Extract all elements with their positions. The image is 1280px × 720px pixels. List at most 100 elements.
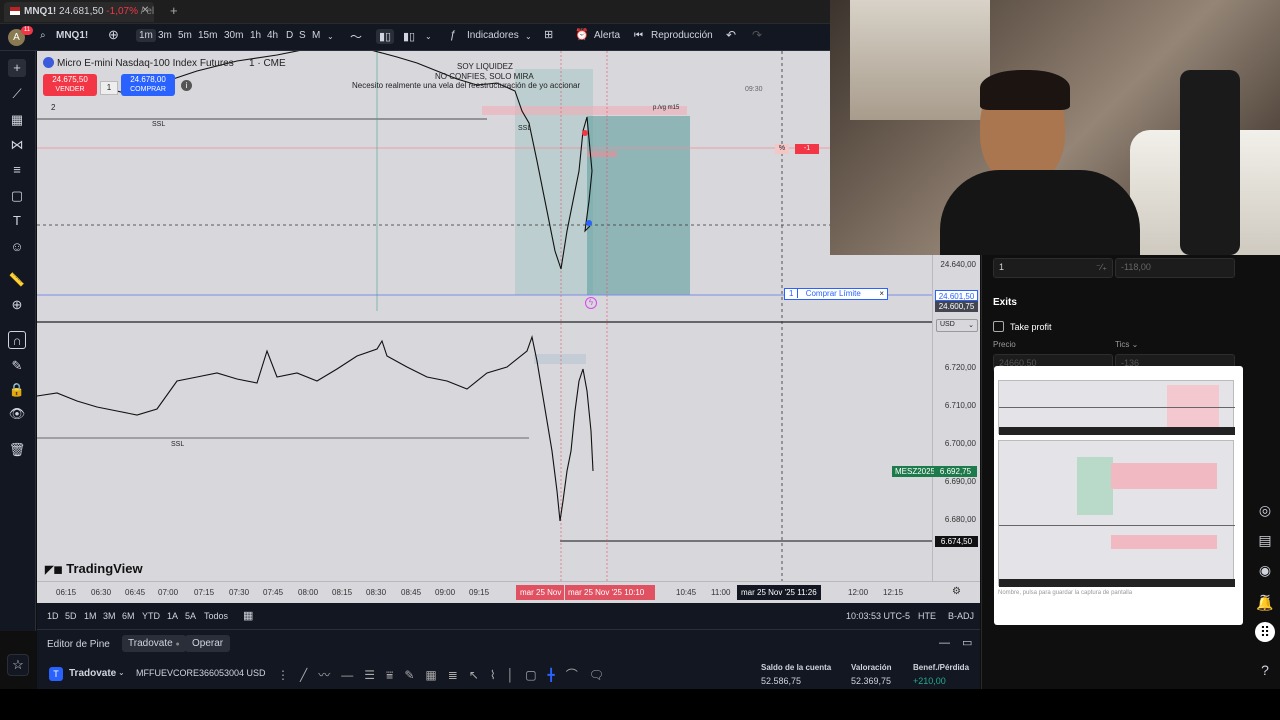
range-1m[interactable]: 1M (84, 611, 97, 621)
replay-icon[interactable]: ⏮ (634, 30, 643, 41)
drag-handle-icon[interactable]: ⋮ (277, 668, 300, 682)
forecast-icon[interactable]: ≡ (8, 161, 26, 179)
currency-select[interactable]: USD ⌄ (936, 319, 978, 332)
tab-tradovate[interactable]: Tradovate ● (122, 635, 186, 652)
qty-input[interactable]: 1 ⁻∕₊ (993, 258, 1113, 278)
chevron-down-icon[interactable]: ⌄ (525, 32, 532, 41)
fork-tool-icon[interactable]: ⩸ (386, 668, 404, 682)
alarm-icon[interactable]: ⏰ (575, 28, 589, 41)
interval-3m[interactable]: 3m (158, 30, 172, 41)
interval-d[interactable]: D (286, 30, 293, 41)
take-profit-label[interactable]: Take profit (1010, 322, 1052, 332)
alert-button[interactable]: Alerta (594, 30, 620, 41)
time-axis[interactable]: 06:15 06:30 06:45 07:00 07:15 07:30 07:4… (37, 581, 980, 603)
range-all[interactable]: Todos (204, 611, 228, 621)
target-icon[interactable]: ◎ (1255, 500, 1275, 520)
pattern-icon[interactable]: ⋈ (8, 136, 26, 154)
grid-tool-icon[interactable]: ▦ (425, 668, 447, 682)
eye-icon[interactable]: 👁 (8, 405, 26, 423)
trash-icon[interactable]: 🗑 (8, 441, 26, 459)
apps-icon[interactable]: ⠿ (1255, 622, 1275, 642)
interval-s[interactable]: S (299, 30, 306, 41)
legend-collapse[interactable]: 2 (51, 103, 55, 112)
indicators-icon[interactable]: ƒ (450, 29, 456, 41)
chart-canvas[interactable] (37, 51, 932, 581)
wave-tool-icon[interactable]: 〰 (318, 668, 341, 682)
bell-icon[interactable]: 🔔 (1255, 593, 1275, 613)
position-badge[interactable]: -1 (795, 144, 819, 154)
axis-settings-icon[interactable]: ⚙ (952, 586, 961, 597)
cross-tool-icon[interactable]: ╋ (548, 668, 566, 682)
tab-pine-editor[interactable]: Editor de Pine (47, 639, 110, 650)
qty-stepper-icon[interactable]: ⁻∕₊ (1096, 262, 1107, 273)
symbol-search[interactable]: MNQ1! (56, 30, 88, 41)
range-5d[interactable]: 5D (65, 611, 77, 621)
tab-operate[interactable]: Operar (185, 635, 231, 652)
sell-button[interactable]: 24.675,50 VENDER (43, 74, 97, 96)
tics-dropdown[interactable]: Tics ⌄ (1115, 340, 1138, 349)
range-1d[interactable]: 1D (47, 611, 59, 621)
buy-button[interactable]: 24.678,00 COMPRAR (121, 74, 175, 96)
range-6m[interactable]: 6M (122, 611, 135, 621)
qty-right-input[interactable]: -118,00 (1115, 258, 1235, 278)
fib-icon[interactable]: ▦ (8, 111, 26, 129)
chevron-down-icon[interactable]: ⌄ (327, 32, 334, 41)
account-id[interactable]: MFFUEVCORE366053004 USD (136, 668, 266, 678)
calendar-icon[interactable]: ▦ (243, 609, 253, 622)
text-icon[interactable]: T (8, 212, 26, 230)
zoom-icon[interactable]: ⊕ (8, 296, 26, 314)
info-icon[interactable]: i (181, 80, 192, 91)
maximize-icon[interactable]: ▭ (962, 636, 972, 649)
browser-tab[interactable]: MNQ1! 24.681,50 -1,07% / el (4, 2, 154, 22)
vline-tool-icon[interactable]: │ (507, 668, 526, 682)
broadcast-icon[interactable]: ◉ (1255, 560, 1275, 580)
limit-order-label[interactable]: 1 Comprar Límite × (784, 288, 888, 300)
clock-text[interactable]: 10:03:53 UTC-5 (846, 611, 910, 621)
chevron-down-icon[interactable]: ⌄ (425, 32, 432, 41)
range-ytd[interactable]: YTD (142, 611, 160, 621)
screenshot-preview-popup[interactable]: Nombre, pulsa para guardar la captura de… (994, 366, 1243, 625)
indicators-button[interactable]: Indicadores (467, 30, 519, 41)
path-tool-icon[interactable]: ⌇ (490, 668, 507, 682)
range-5a[interactable]: 5A (185, 611, 196, 621)
chart-type-icon[interactable]: ▮▯ (403, 30, 415, 43)
emoji-icon[interactable]: ☺ (8, 238, 26, 256)
add-symbol-icon[interactable]: ⊕ (108, 27, 119, 43)
lock-icon[interactable]: 🔒 (8, 381, 26, 399)
interval-4h[interactable]: 4h (267, 30, 278, 41)
range-3m[interactable]: 3M (103, 611, 116, 621)
candles-icon[interactable]: ▮▯ (376, 29, 395, 44)
crosshair-icon[interactable]: + (8, 59, 26, 77)
undo-icon[interactable]: ↶ (726, 28, 736, 42)
tab-close-icon[interactable]: ✕ (141, 5, 149, 16)
replay-button[interactable]: Reproducción (651, 30, 713, 41)
curve-tool-icon[interactable]: ⌒ (566, 668, 589, 682)
calendar-widget-icon[interactable]: ▤ (1255, 530, 1275, 550)
line-chart-icon[interactable]: 〜 (350, 28, 362, 45)
rect-tool-icon[interactable]: ▢ (525, 668, 547, 682)
broker-name[interactable]: Tradovate (69, 668, 116, 679)
redo-icon[interactable]: ↷ (752, 28, 762, 42)
chart-pane[interactable]: Micro E-mini Nasdaq-100 Index Futures 1 … (37, 51, 932, 581)
search-icon[interactable]: ⌕ (40, 30, 46, 41)
cursor-tool-icon[interactable]: ↖ (469, 668, 490, 682)
minimize-icon[interactable]: — (939, 637, 950, 649)
magnet-icon[interactable]: ∩ (8, 331, 26, 349)
hline-tool-icon[interactable]: — (341, 668, 364, 682)
shape-icon[interactable]: ▢ (8, 187, 26, 205)
favorites-star-icon[interactable]: ☆ (7, 654, 29, 676)
layout-grid-icon[interactable]: ⊞ (544, 28, 553, 41)
brush-tool-icon[interactable]: ✎ (404, 668, 425, 682)
ruler-icon[interactable]: 📏 (8, 271, 26, 289)
new-tab-icon[interactable]: + (170, 3, 178, 18)
interval-5m[interactable]: 5m (178, 30, 192, 41)
interval-15m[interactable]: 15m (198, 30, 217, 41)
chevron-down-icon[interactable]: ⌄ (118, 668, 125, 677)
fib-tool-icon[interactable]: ≣ (448, 668, 469, 682)
lock-drawing-icon[interactable]: ✎ (8, 357, 26, 375)
note-tool-icon[interactable]: 🗨 (589, 668, 615, 682)
help-icon[interactable]: ? (1255, 660, 1275, 680)
percent-badge[interactable]: % (775, 144, 789, 154)
qty-box[interactable]: 1 (100, 81, 118, 95)
interval-30m[interactable]: 30m (224, 30, 243, 41)
